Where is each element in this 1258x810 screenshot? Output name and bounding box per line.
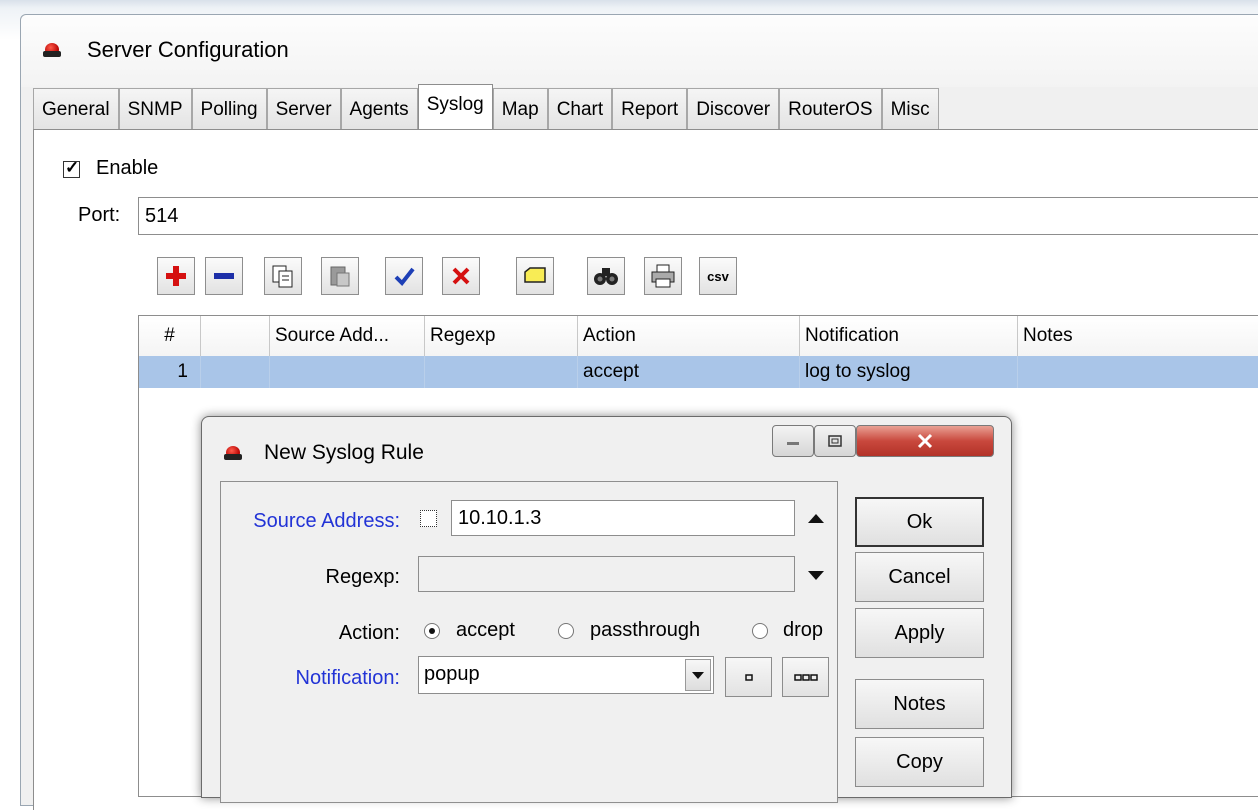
- cell-notification: log to syslog: [800, 356, 1018, 388]
- tab-misc[interactable]: Misc: [881, 88, 939, 130]
- close-button[interactable]: [856, 425, 994, 457]
- port-label: Port:: [78, 204, 121, 226]
- disable-icon: [452, 267, 470, 285]
- table-row[interactable]: 1 accept log to syslog: [139, 356, 1258, 388]
- small-square-icon: [744, 674, 753, 681]
- notification-dropdown-button[interactable]: [685, 659, 711, 691]
- add-icon: [166, 266, 186, 286]
- cell-notes: [1018, 356, 1258, 388]
- tab-report[interactable]: Report: [612, 88, 688, 130]
- tab-server[interactable]: Server: [266, 88, 341, 130]
- apply-button[interactable]: Apply: [855, 608, 984, 658]
- checkmark-icon: ✓: [65, 158, 80, 177]
- remove-icon: [214, 273, 234, 279]
- comment-icon: [524, 267, 546, 283]
- print-button[interactable]: [644, 257, 682, 295]
- column-header-flags[interactable]: [201, 316, 270, 356]
- notification-select[interactable]: popup: [418, 656, 714, 694]
- tab-agents[interactable]: Agents: [340, 88, 418, 130]
- action-drop-label[interactable]: drop: [783, 619, 823, 642]
- tab-chart[interactable]: Chart: [547, 88, 613, 130]
- source-address-input[interactable]: [451, 500, 795, 536]
- expand-field-arrow[interactable]: [806, 566, 826, 589]
- notification-selected-value: popup: [424, 663, 480, 685]
- column-header-notification[interactable]: Notification: [800, 316, 1018, 356]
- window-titlebar[interactable]: Server Configuration: [21, 15, 1258, 87]
- cell-regexp: [425, 356, 578, 388]
- cell-number: 1: [139, 356, 201, 388]
- enable-label: Enable: [96, 157, 159, 179]
- ok-button[interactable]: Ok: [855, 497, 984, 547]
- minimize-button[interactable]: [772, 425, 814, 457]
- tab-map[interactable]: Map: [492, 88, 548, 130]
- source-address-label[interactable]: Source Address:: [230, 510, 400, 533]
- dialog-title: New Syslog Rule: [264, 441, 424, 464]
- enable-checkbox[interactable]: ✓: [63, 158, 80, 178]
- tab-general[interactable]: General: [33, 88, 119, 130]
- column-header-number[interactable]: #: [139, 316, 201, 356]
- binoculars-icon: [594, 268, 618, 285]
- port-input[interactable]: [138, 197, 1258, 235]
- window-title: Server Configuration: [87, 37, 289, 62]
- paste-icon: [330, 266, 350, 287]
- ellipsis-icon: [793, 674, 818, 681]
- maximize-button[interactable]: [814, 425, 856, 457]
- notification-browse-button[interactable]: [782, 657, 829, 697]
- remove-button[interactable]: [205, 257, 243, 295]
- copy-icon: [272, 265, 293, 288]
- notification-edit-button[interactable]: [725, 657, 772, 697]
- cancel-button[interactable]: Cancel: [855, 552, 984, 602]
- maximize-icon: [828, 435, 842, 447]
- csv-icon: csv: [707, 268, 729, 284]
- column-header-source-address[interactable]: Source Add...: [270, 316, 425, 356]
- tab-routeros[interactable]: RouterOS: [779, 88, 882, 130]
- action-passthrough-radio[interactable]: [558, 623, 574, 639]
- copy-button[interactable]: [264, 257, 302, 295]
- comment-button[interactable]: [516, 257, 554, 295]
- action-label: Action:: [338, 622, 400, 644]
- minimize-icon: [787, 442, 799, 445]
- table-header: # Source Add... Regexp Action Notificati…: [139, 316, 1258, 357]
- notification-label[interactable]: Notification:: [270, 667, 401, 690]
- tab-bar: General SNMP Polling Server Agents Syslo…: [33, 84, 939, 130]
- action-accept-label[interactable]: accept: [456, 619, 515, 642]
- copy-rule-button[interactable]: Copy: [855, 737, 984, 787]
- cell-source-address: [270, 356, 425, 388]
- cell-flags: [201, 356, 270, 388]
- print-icon: [651, 264, 675, 288]
- close-icon: [917, 433, 933, 449]
- notes-button[interactable]: Notes: [855, 679, 984, 729]
- column-header-action[interactable]: Action: [578, 316, 800, 356]
- arrow-down-icon: [808, 571, 824, 580]
- regexp-label: Regexp:: [325, 566, 401, 588]
- disable-button[interactable]: [442, 257, 480, 295]
- action-drop-radio[interactable]: [752, 623, 768, 639]
- action-passthrough-label[interactable]: passthrough: [590, 619, 700, 642]
- action-accept-radio[interactable]: [424, 623, 440, 639]
- column-header-notes[interactable]: Notes: [1018, 316, 1258, 356]
- chevron-down-icon: [692, 672, 704, 679]
- cell-action: accept: [578, 356, 800, 388]
- arrow-up-icon: [808, 514, 824, 523]
- tab-syslog[interactable]: Syslog: [417, 84, 493, 130]
- find-button[interactable]: [587, 257, 625, 295]
- paste-button[interactable]: [321, 257, 359, 295]
- app-icon: [43, 42, 61, 58]
- collapse-field-arrow[interactable]: [806, 508, 826, 531]
- add-button[interactable]: [157, 257, 195, 295]
- tab-discover[interactable]: Discover: [687, 88, 780, 130]
- regexp-input[interactable]: [418, 556, 795, 592]
- source-address-invert-checkbox[interactable]: [420, 510, 437, 527]
- checkmark-icon: [394, 267, 415, 287]
- app-icon: [224, 445, 242, 461]
- csv-button[interactable]: csv: [699, 257, 737, 295]
- tab-snmp[interactable]: SNMP: [118, 88, 192, 130]
- tab-polling[interactable]: Polling: [191, 88, 267, 130]
- enable-button[interactable]: [385, 257, 423, 295]
- column-header-regexp[interactable]: Regexp: [425, 316, 578, 356]
